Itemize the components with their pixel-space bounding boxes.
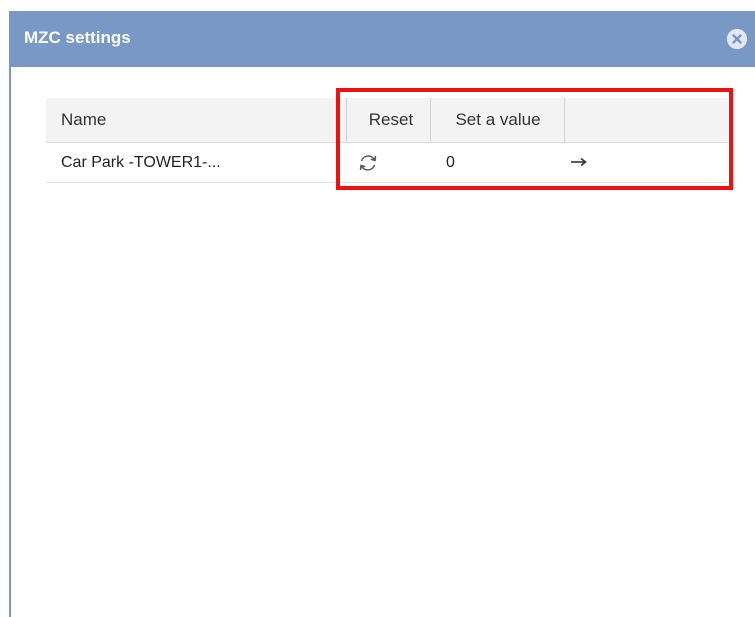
settings-grid: Name Reset Set a value Car Park -TOWER1-… <box>46 98 728 183</box>
close-icon[interactable] <box>727 29 747 49</box>
column-header-set-value[interactable]: Set a value <box>430 98 566 142</box>
refresh-icon[interactable] <box>357 152 379 174</box>
column-header-reset[interactable]: Reset <box>346 98 436 142</box>
table-row[interactable]: Car Park -TOWER1-... 0 <box>46 143 728 183</box>
dialog-titlebar: MZC settings <box>9 11 755 67</box>
dialog-title: MZC settings <box>24 28 131 47</box>
column-header-name[interactable]: Name <box>61 98 106 142</box>
column-divider <box>564 98 565 142</box>
grid-header: Name Reset Set a value <box>46 98 728 143</box>
arrow-right-icon[interactable] <box>570 155 588 169</box>
row-value[interactable]: 0 <box>446 143 455 182</box>
row-name: Car Park -TOWER1-... <box>61 154 221 171</box>
